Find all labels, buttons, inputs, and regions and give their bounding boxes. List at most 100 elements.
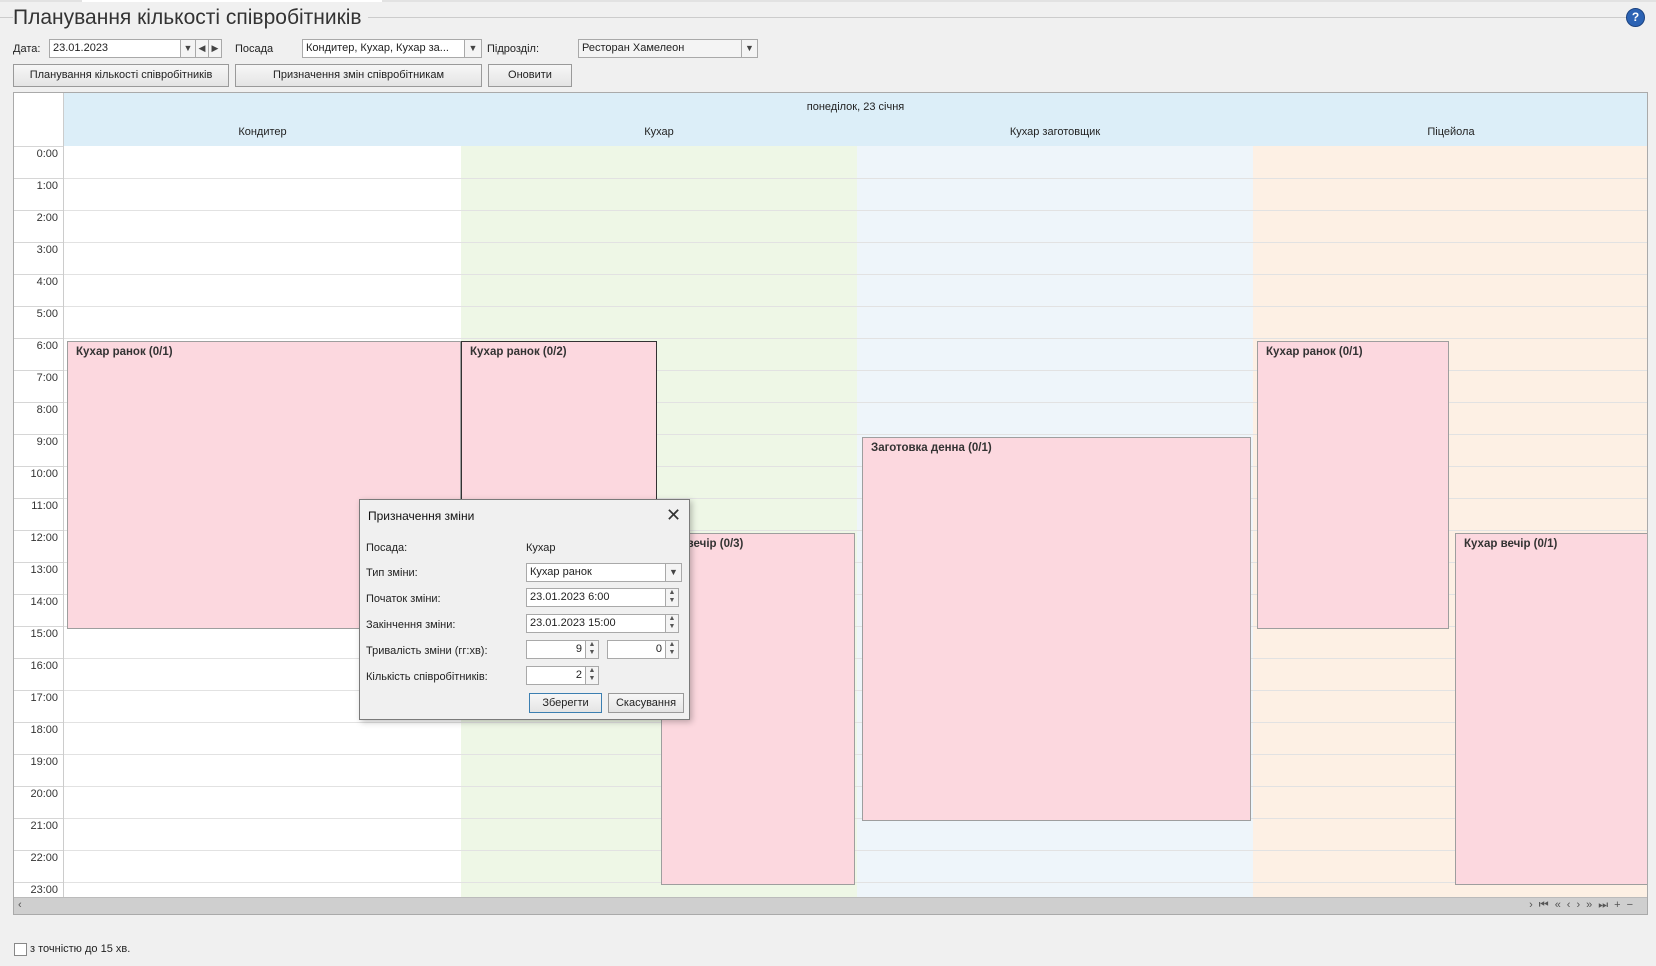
time-slot-label: 11:00	[14, 498, 63, 530]
time-label: 6:00	[36, 340, 58, 352]
refresh-button[interactable]: Оновити	[488, 64, 572, 87]
save-button[interactable]: Зберегти	[529, 693, 602, 713]
day-label: понеділок, 23 січня	[806, 101, 905, 113]
time-label: 8:00	[36, 404, 58, 416]
shift-type-label: Тип зміни:	[366, 567, 418, 579]
time-slot-label: 7:00	[14, 370, 63, 402]
time-slot-label: 12:00	[14, 530, 63, 562]
time-label: 18:00	[30, 724, 58, 736]
top-tab-strip	[82, 0, 382, 2]
grid-corner	[14, 93, 64, 147]
time-slot-label: 19:00	[14, 754, 63, 786]
time-slot-label: 13:00	[14, 562, 63, 594]
time-slot-label: 10:00	[14, 466, 63, 498]
close-icon[interactable]: ✕	[666, 505, 681, 526]
page-title: Планування кількості співробітників	[13, 6, 368, 30]
time-slot-label: 1:00	[14, 178, 63, 210]
scroll-left-icon[interactable]: ‹	[18, 899, 22, 911]
time-label: 15:00	[30, 628, 58, 640]
time-slot-label: 8:00	[14, 402, 63, 434]
hour-gridline	[64, 722, 1647, 723]
start-label: Початок зміни:	[366, 593, 441, 605]
assign-shifts-button[interactable]: Призначення змін співробітникам	[235, 64, 482, 87]
time-label: 12:00	[30, 532, 58, 544]
shift-type-select[interactable]: Кухар ранок	[526, 563, 666, 582]
time-label: 13:00	[30, 564, 58, 576]
planning-button[interactable]: Планування кількості співробітників	[13, 64, 229, 87]
dialog-position-label: Посада:	[366, 542, 408, 554]
hour-gridline	[64, 882, 1647, 883]
hour-gridline	[64, 818, 1647, 819]
date-next-icon[interactable]: ▶	[208, 39, 222, 58]
date-input[interactable]: 23.01.2023	[49, 39, 181, 58]
time-label: 3:00	[36, 244, 58, 256]
time-label: 23:00	[30, 884, 58, 896]
hour-gridline	[64, 274, 1647, 275]
column-label-cook: Кухар	[644, 126, 674, 138]
scroll-nav-icons[interactable]: ›⏮«‹›»⏭+−	[1529, 899, 1639, 912]
help-icon[interactable]: ?	[1626, 8, 1645, 27]
time-column: 0:00 1:00 2:00 3:00 4:00 5:00 6:00 7:00 8:00 9:00…	[14, 146, 64, 898]
assign-shift-dialog: Призначення зміни ✕ Посада: Кухар Тип зм…	[359, 499, 690, 720]
time-slot-label: 2:00	[14, 210, 63, 242]
time-slot-label: 18:00	[14, 722, 63, 754]
dialog-position-value: Кухар	[526, 542, 556, 554]
shift-type-dropdown-icon[interactable]: ▼	[665, 563, 682, 582]
time-label: 14:00	[30, 596, 58, 608]
hour-gridline	[64, 338, 1647, 339]
date-prev-icon[interactable]: ◀	[195, 39, 209, 58]
time-slot-label: 5:00	[14, 306, 63, 338]
shift-block[interactable]: Заготовка денна (0/1)	[862, 437, 1251, 821]
shift-block[interactable]: Кухар ранок (0/1)	[1257, 341, 1449, 629]
position-select[interactable]: Кондитер, Кухар, Кухар за...	[302, 39, 465, 58]
precision-checkbox[interactable]	[14, 943, 27, 956]
time-label: 17:00	[30, 692, 58, 704]
shift-block[interactable]: ар вечір (0/3)	[661, 533, 855, 885]
time-slot-label: 3:00	[14, 242, 63, 274]
time-slot-label: 4:00	[14, 274, 63, 306]
start-spinner[interactable]: ▲ ▼	[665, 588, 679, 607]
time-label: 2:00	[36, 212, 58, 224]
duration-minutes-spinner[interactable]: ▲ ▼	[665, 640, 679, 659]
time-slot-label: 15:00	[14, 626, 63, 658]
time-slot-label: 16:00	[14, 658, 63, 690]
duration-hours-spinner[interactable]: ▲ ▼	[585, 640, 599, 659]
department-dropdown-icon[interactable]: ▼	[741, 39, 758, 58]
time-slot-label: 9:00	[14, 434, 63, 466]
time-label: 7:00	[36, 372, 58, 384]
date-label: Дата:	[13, 43, 41, 55]
count-spinner[interactable]: ▲ ▼	[585, 666, 599, 685]
end-label: Закінчення зміни:	[366, 619, 456, 631]
position-dropdown-icon[interactable]: ▼	[464, 39, 482, 58]
shift-block[interactable]: Кухар вечір (0/1)	[1455, 533, 1647, 885]
time-label: 21:00	[30, 820, 58, 832]
department-select[interactable]: Ресторан Хамелеон	[578, 39, 742, 58]
time-label: 9:00	[36, 436, 58, 448]
time-slot-label: 20:00	[14, 786, 63, 818]
time-slot-label: 14:00	[14, 594, 63, 626]
hour-gridline	[64, 786, 1647, 787]
dialog-title: Призначення зміни	[368, 509, 475, 523]
start-input[interactable]: 23.01.2023 6:00	[526, 588, 666, 607]
time-slot-label: 6:00	[14, 338, 63, 370]
column-label-prep-cook: Кухар заготовщик	[1009, 126, 1101, 138]
duration-minutes-input[interactable]: 0	[607, 640, 666, 659]
duration-label: Тривалість зміни (гг:хв):	[366, 645, 488, 657]
count-input[interactable]: 2	[526, 666, 586, 685]
hour-gridline	[64, 242, 1647, 243]
time-label: 1:00	[36, 180, 58, 192]
column-label-confectioner: Кондитер	[238, 126, 287, 138]
hour-gridline	[64, 690, 1647, 691]
cancel-button[interactable]: Скасування	[608, 693, 684, 713]
hour-gridline	[64, 754, 1647, 755]
end-spinner[interactable]: ▲ ▼	[665, 614, 679, 633]
time-label: 5:00	[36, 308, 58, 320]
time-label: 4:00	[36, 276, 58, 288]
horizontal-scrollbar[interactable]: ‹ ›⏮«‹›»⏭+−	[14, 897, 1647, 914]
time-label: 10:00	[30, 468, 58, 480]
date-dropdown-icon[interactable]: ▼	[180, 39, 196, 58]
time-label: 16:00	[30, 660, 58, 672]
duration-hours-input[interactable]: 9	[526, 640, 586, 659]
end-input[interactable]: 23.01.2023 15:00	[526, 614, 666, 633]
time-slot-label: 21:00	[14, 818, 63, 850]
